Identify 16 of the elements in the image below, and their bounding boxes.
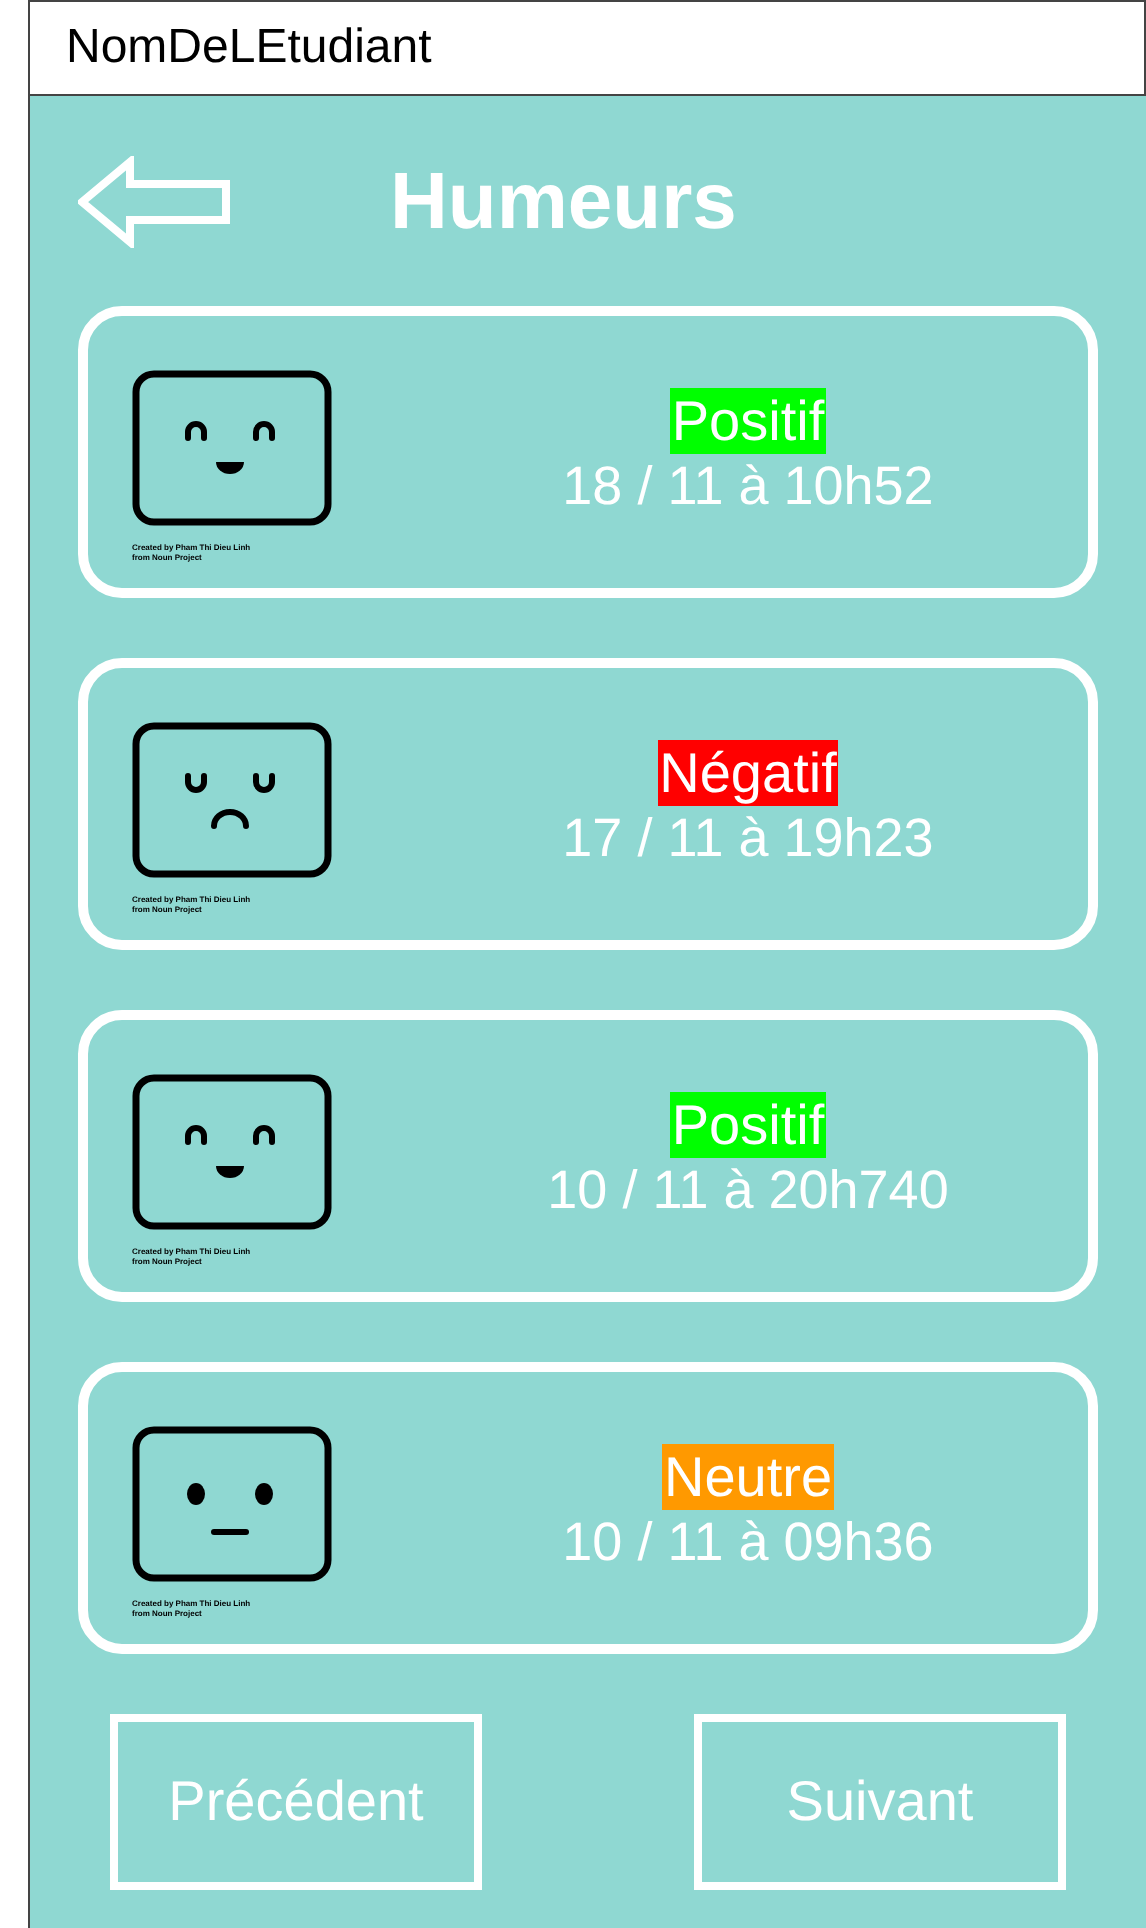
nav-button[interactable]: Suivant: [694, 1714, 1066, 1890]
face-icon: [132, 370, 332, 526]
mood-date: 18 / 11 à 10h52: [562, 453, 934, 517]
page-title: Humeurs: [390, 155, 737, 249]
mood-date: 17 / 11 à 19h23: [562, 805, 934, 869]
face-icon: [132, 1426, 332, 1582]
face-icon: [132, 1074, 332, 1230]
nav-button[interactable]: Précédent: [110, 1714, 482, 1890]
mood-label: Neutre: [661, 1443, 835, 1509]
mood-label: Positif: [669, 387, 827, 453]
mood-label: Négatif: [657, 739, 839, 805]
face-icon: [132, 722, 332, 878]
mood-date: 10 / 11 à 20h740: [547, 1157, 949, 1221]
mood-label: Positif: [669, 1091, 827, 1157]
mood-date: 10 / 11 à 09h36: [562, 1509, 934, 1573]
title-bar: NomDeLEtudiant: [28, 0, 1146, 96]
